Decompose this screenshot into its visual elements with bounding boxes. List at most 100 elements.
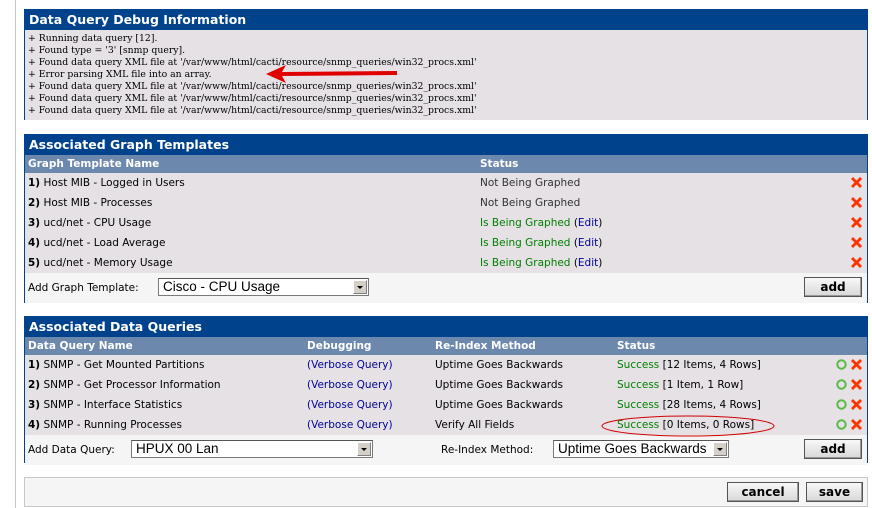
graph-templates-header: Graph Template Name Status: [25, 155, 867, 173]
reload-query-icon[interactable]: [836, 419, 847, 430]
delete-icon[interactable]: [850, 236, 863, 249]
delete-icon[interactable]: [850, 216, 863, 229]
query-name: SNMP - Get Processor Information: [43, 379, 221, 391]
data-query-select[interactable]: HPUX 00 Lan: [131, 440, 373, 458]
verbose-query-link[interactable]: Verbose Query: [311, 359, 388, 371]
row-number: 1): [28, 177, 41, 189]
row-number: 5): [28, 257, 41, 269]
add-data-query-label: Add Data Query:: [28, 444, 115, 456]
delete-icon[interactable]: [850, 256, 863, 269]
template-name: ucd/net - CPU Usage: [43, 217, 152, 229]
debug-line: + Found data query XML file at '/var/www…: [28, 93, 477, 104]
query-name: SNMP - Interface Statistics: [43, 399, 183, 411]
edit-link[interactable]: Edit: [578, 257, 598, 269]
edit-link[interactable]: Edit: [578, 217, 598, 229]
data-query-row: 2) SNMP - Get Processor Information (Ver…: [25, 375, 867, 395]
add-graph-template-button[interactable]: add: [804, 277, 862, 297]
add-graph-template-row: Add Graph Template: Cisco - CPU Usage ad…: [25, 273, 867, 303]
data-query-row: 3) SNMP - Interface Statistics (Verbose …: [25, 395, 867, 415]
debug-line-error: + Error parsing XML file into an array.: [28, 69, 212, 80]
chevron-down-icon[interactable]: [713, 442, 727, 456]
template-status: Not Being Graphed: [480, 197, 581, 209]
row-number: 1): [28, 359, 41, 371]
row-number: 3): [28, 399, 41, 411]
debug-panel-title: Data Query Debug Information: [25, 10, 867, 30]
verbose-query-link[interactable]: Verbose Query: [311, 419, 388, 431]
reload-query-icon[interactable]: [836, 379, 847, 390]
row-number: 4): [28, 237, 41, 249]
template-name: ucd/net - Memory Usage: [43, 257, 173, 269]
data-queries-header: Data Query Name Debugging Re-Index Metho…: [25, 337, 867, 355]
query-name: SNMP - Running Processes: [43, 419, 182, 431]
template-status: Is Being Graphed: [480, 237, 571, 249]
query-status: Success: [617, 399, 660, 411]
debug-panel: Data Query Debug Information + Running d…: [24, 9, 868, 120]
graph-template-row: 5) ucd/net - Memory Usage Is Being Graph…: [25, 253, 867, 273]
chevron-down-icon[interactable]: [353, 280, 367, 294]
debug-log: + Running data query [12]. + Found type =…: [25, 30, 867, 120]
data-query-row: 1) SNMP - Get Mounted Partitions (Verbos…: [25, 355, 867, 375]
query-name: SNMP - Get Mounted Partitions: [43, 359, 205, 371]
col-data-query-name: Data Query Name: [28, 340, 133, 352]
add-data-query-row: Add Data Query: HPUX 00 Lan Re-Index Met…: [25, 435, 867, 465]
graph-template-row: 1) Host MIB - Logged in Users Not Being …: [25, 173, 867, 193]
template-status: Is Being Graphed: [480, 257, 571, 269]
graph-template-row: 4) ucd/net - Load Average Is Being Graph…: [25, 233, 867, 253]
template-name: Host MIB - Logged in Users: [43, 177, 185, 189]
delete-icon[interactable]: [850, 358, 863, 371]
reindex-method-select[interactable]: Uptime Goes Backwards: [553, 440, 729, 458]
left-border: [15, 0, 16, 508]
template-status: Is Being Graphed: [480, 217, 571, 229]
delete-icon[interactable]: [850, 398, 863, 411]
add-graph-template-label: Add Graph Template:: [28, 282, 139, 294]
query-status-detail: [12 Items, 4 Rows]: [662, 359, 761, 371]
delete-icon[interactable]: [850, 378, 863, 391]
template-status: Not Being Graphed: [480, 177, 581, 189]
col-status: Status: [617, 340, 656, 352]
form-footer: cancel save: [24, 477, 868, 507]
delete-icon[interactable]: [850, 176, 863, 189]
col-graph-template-name: Graph Template Name: [28, 158, 160, 170]
chevron-down-icon[interactable]: [357, 442, 371, 456]
reindex-method: Uptime Goes Backwards: [435, 399, 564, 411]
verbose-query-link[interactable]: Verbose Query: [311, 399, 388, 411]
reload-query-icon[interactable]: [836, 399, 847, 410]
data-queries-title: Associated Data Queries: [25, 317, 867, 337]
add-data-query-button[interactable]: add: [804, 439, 862, 459]
col-debugging: Debugging: [307, 340, 372, 352]
query-status-detail: [28 Items, 4 Rows]: [662, 399, 761, 411]
verbose-query-link[interactable]: Verbose Query: [311, 379, 388, 391]
row-number: 2): [28, 379, 41, 391]
graph-template-selected: Cisco - CPU Usage: [163, 279, 281, 294]
red-oval-annotation: [601, 415, 775, 437]
query-status-detail: [1 Item, 1 Row]: [662, 379, 744, 391]
debug-line: + Found type = '3' [snmp query].: [28, 45, 186, 56]
red-arrow-annotation: [266, 65, 397, 83]
debug-line: + Found data query XML file at '/var/www…: [28, 105, 477, 116]
data-queries-panel: Associated Data Queries Data Query Name …: [24, 316, 868, 465]
template-name: Host MIB - Processes: [43, 197, 153, 209]
delete-icon[interactable]: [850, 196, 863, 209]
data-query-selected: HPUX 00 Lan: [136, 441, 219, 456]
reindex-method: Uptime Goes Backwards: [435, 359, 564, 371]
reindex-method: Uptime Goes Backwards: [435, 379, 564, 391]
graph-template-row: 3) ucd/net - CPU Usage Is Being Graphed …: [25, 213, 867, 233]
graph-template-select[interactable]: Cisco - CPU Usage: [158, 278, 369, 296]
save-button[interactable]: save: [806, 482, 863, 502]
query-status: Success: [617, 359, 660, 371]
col-status: Status: [480, 158, 519, 170]
col-reindex-method: Re-Index Method: [435, 340, 536, 352]
query-status: Success: [617, 379, 660, 391]
delete-icon[interactable]: [850, 418, 863, 431]
reindex-method-selected: Uptime Goes Backwards: [558, 441, 707, 456]
row-number: 3): [28, 217, 41, 229]
cancel-button[interactable]: cancel: [727, 482, 799, 502]
reindex-method: Verify All Fields: [435, 419, 515, 431]
reload-query-icon[interactable]: [836, 359, 847, 370]
debug-line: + Running data query [12].: [28, 33, 158, 44]
debug-line: + Found data query XML file at '/var/www…: [28, 81, 477, 92]
edit-link[interactable]: Edit: [578, 237, 598, 249]
graph-templates-panel: Associated Graph Templates Graph Templat…: [24, 134, 868, 303]
row-number: 4): [28, 419, 41, 431]
row-number: 2): [28, 197, 41, 209]
